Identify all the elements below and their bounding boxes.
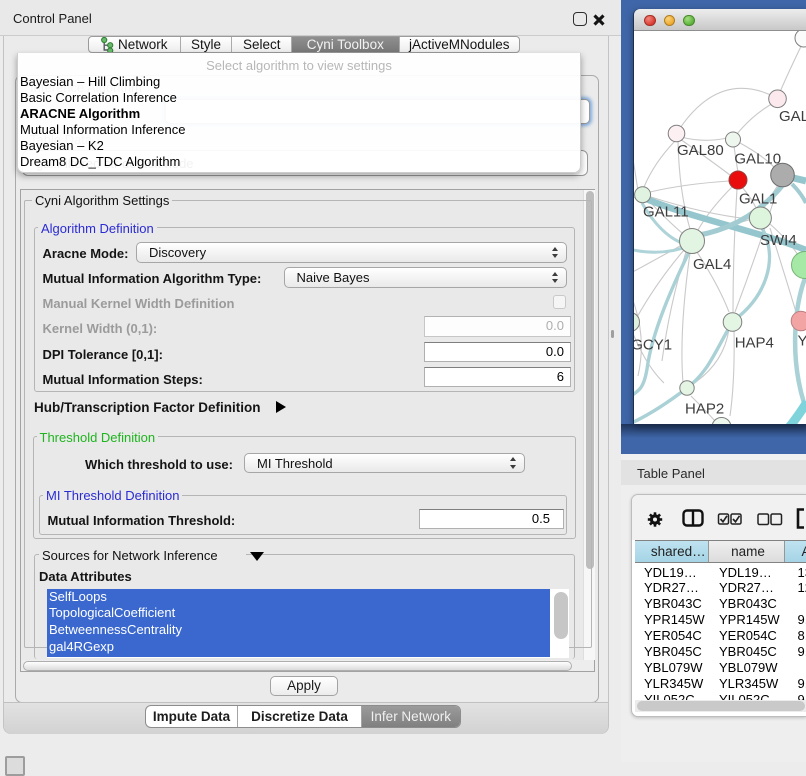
svg-text:HAP4: HAP4 xyxy=(735,335,774,352)
svg-text:GAL11: GAL11 xyxy=(643,204,689,221)
svg-text:GAL10: GAL10 xyxy=(734,151,781,168)
svg-text:GAL7: GAL7 xyxy=(779,108,806,125)
svg-text:GAL4: GAL4 xyxy=(693,256,731,273)
svg-text:YE: YE xyxy=(798,333,806,350)
svg-text:GAL1: GAL1 xyxy=(739,191,777,208)
svg-text:GAL80: GAL80 xyxy=(677,142,724,159)
svg-text:GCY1: GCY1 xyxy=(634,337,672,354)
svg-text:HAP2: HAP2 xyxy=(685,401,724,418)
svg-text:SWI4: SWI4 xyxy=(760,232,797,249)
